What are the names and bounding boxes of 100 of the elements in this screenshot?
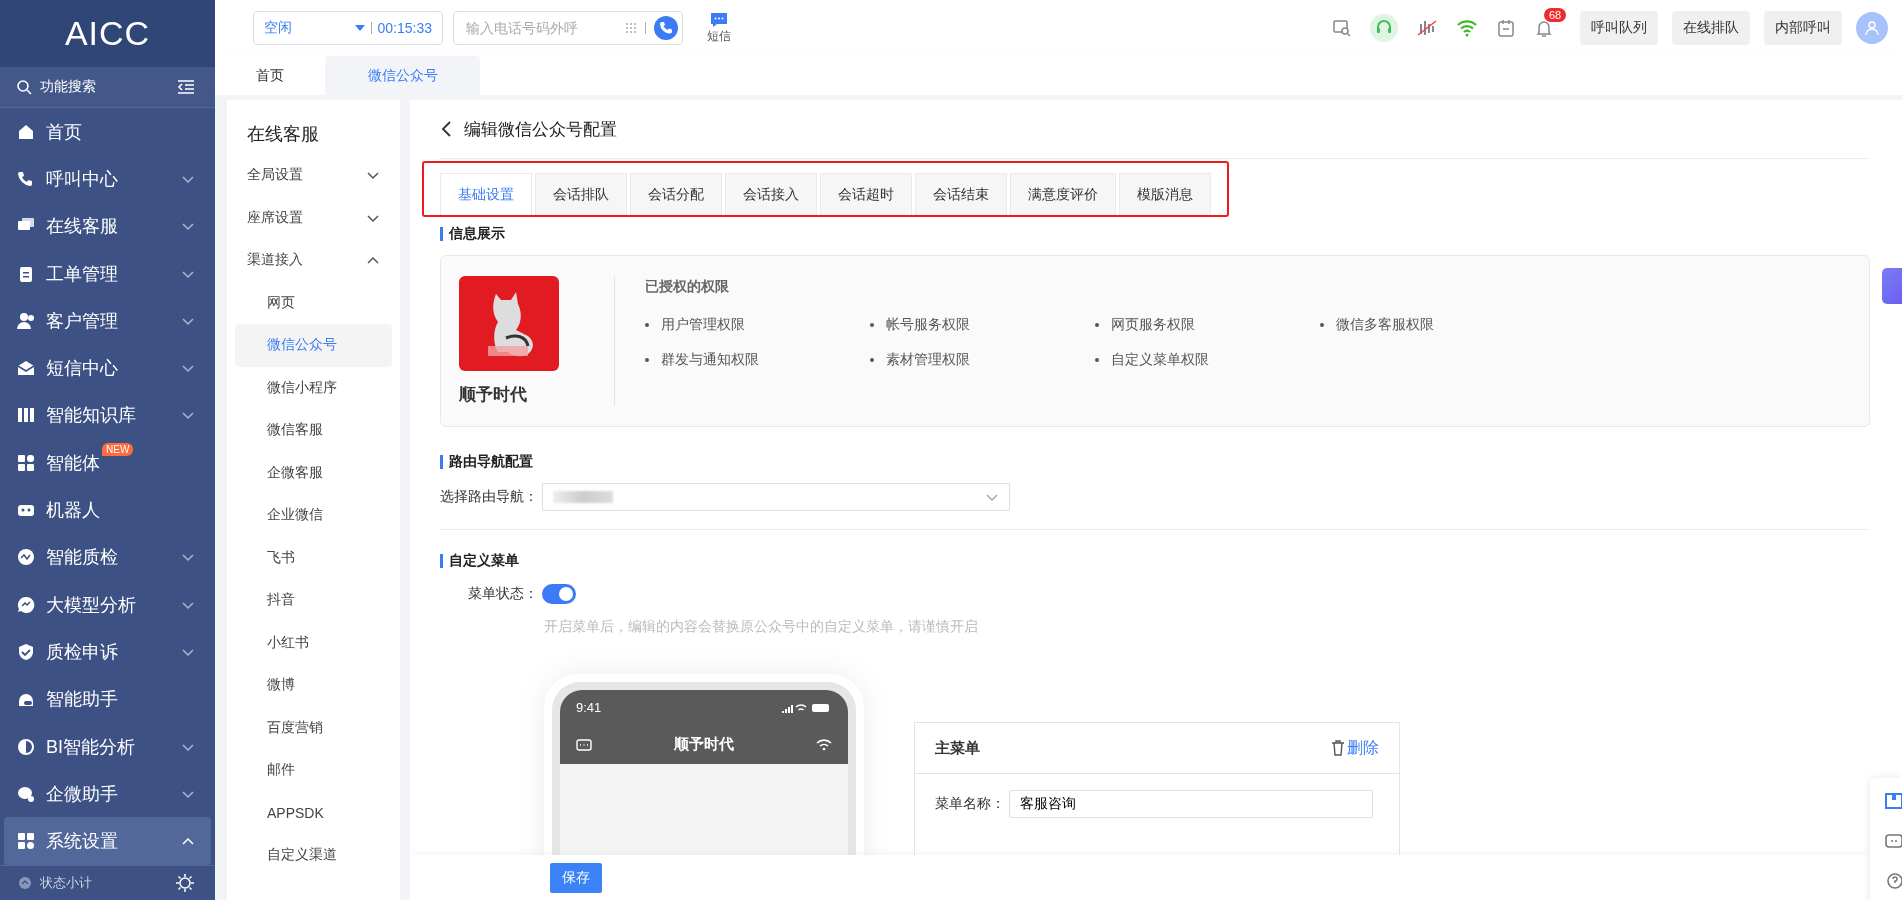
wifi-icon (816, 738, 832, 751)
permission-item: 群发与通知权限 (645, 351, 870, 369)
page-title: 编辑微信公众号配置 (464, 118, 617, 141)
subnav-item[interactable]: APPSDK (235, 791, 392, 834)
save-button[interactable]: 保存 (550, 862, 602, 893)
nav-item[interactable]: 在线客服 (0, 202, 215, 250)
account-name: 顺予时代 (459, 384, 528, 406)
settings-tab[interactable]: 会话排队 (535, 173, 627, 215)
subnav-group[interactable]: 渠道接入 (235, 239, 392, 282)
back-icon[interactable] (440, 120, 452, 138)
book-icon[interactable] (1884, 792, 1902, 810)
sms-button[interactable]: 短信 (707, 11, 731, 45)
panel-title: 主菜单 (935, 738, 980, 758)
subnav-item[interactable]: 邮件 (235, 749, 392, 792)
nav-item[interactable]: 呼叫中心 (0, 155, 215, 203)
hint-text: 开启菜单后，编辑的内容会替换原公众号中的自定义菜单，请谨慎开启 (544, 618, 979, 636)
subnav-item[interactable]: 小红书 (235, 621, 392, 664)
headset-icon[interactable] (1370, 14, 1398, 42)
nav-item[interactable]: 首页 (0, 108, 215, 156)
caret-icon (354, 25, 365, 31)
section-heading: 信息展示 (440, 225, 1870, 243)
nav-item[interactable]: 大模型分析 (0, 580, 215, 629)
menu-name-field[interactable]: 客服咨询 (1009, 790, 1373, 818)
agent-status-select[interactable]: 空闲 00:15:33 (253, 11, 443, 45)
trash-icon (1331, 740, 1345, 756)
settings-tab[interactable]: 会话分配 (630, 173, 722, 215)
field-label: 菜单名称： (935, 795, 1005, 813)
nav-item[interactable]: 系统设置 (4, 817, 211, 865)
subnav-item[interactable]: 自定义渠道 (235, 834, 392, 877)
field-label: 选择路由导航： (440, 488, 538, 506)
settings-tab[interactable]: 模版消息 (1119, 173, 1211, 215)
permissions-title: 已授权的权限 (645, 278, 730, 296)
phone-time: 9:41 (576, 700, 602, 715)
subnav-item[interactable]: 网页 (235, 281, 392, 324)
settings-tab[interactable]: 满意度评价 (1010, 173, 1116, 215)
phone-status-icons (782, 701, 832, 714)
nav-item[interactable]: BI智能分析 (0, 722, 215, 771)
app-logo[interactable]: AICC (0, 0, 215, 67)
subnav-item[interactable]: 抖音 (235, 579, 392, 622)
help-icon[interactable] (1884, 872, 1902, 890)
grid-gear-icon (16, 831, 36, 852)
signal-off-icon[interactable] (1416, 18, 1438, 38)
settings-tab[interactable]: 基础设置 (440, 173, 532, 215)
nav-item[interactable]: 质检申诉 (0, 628, 215, 676)
nav-item[interactable]: 智能知识库 (0, 391, 215, 440)
search-icon[interactable] (16, 79, 32, 95)
shield-icon (16, 641, 36, 662)
phone-title: 顺予时代 (674, 735, 734, 754)
chart-bubble-icon (16, 547, 36, 568)
header-button[interactable]: 内部呼叫 (1764, 11, 1842, 45)
nav-item[interactable]: 智能质检 (0, 533, 215, 581)
subnav-item[interactable]: 微信小程序 (235, 366, 392, 409)
subnav-item[interactable]: 飞书 (235, 536, 392, 579)
nav-item[interactable]: 智能体 NEW (0, 439, 215, 487)
call-timer: 00:15:33 (377, 20, 432, 36)
subnav-item[interactable]: 企业微信 (235, 494, 392, 537)
subnav-group[interactable]: 座席设置 (235, 196, 392, 239)
page-tab[interactable]: 微信公众号 (325, 56, 480, 95)
settings-tab[interactable]: 会话结束 (915, 173, 1007, 215)
menu-toggle[interactable] (542, 584, 576, 604)
status-summary-link[interactable]: 状态小计 (40, 874, 167, 892)
nav-item[interactable]: 短信中心 (0, 344, 215, 392)
settings-tab[interactable]: 会话超时 (820, 173, 912, 215)
permission-item: 帐号服务权限 (870, 316, 1095, 334)
status-icon (18, 876, 32, 890)
subnav-item[interactable]: 微信公众号 (235, 324, 392, 367)
bell-icon[interactable] (1534, 18, 1554, 38)
header-button[interactable]: 在线排队 (1672, 11, 1750, 45)
nav-item[interactable]: 智能助手 (0, 675, 215, 723)
permission-item: 用户管理权限 (645, 316, 870, 334)
subnav-item[interactable]: 微信客服 (235, 409, 392, 452)
dial-field[interactable]: 输入电话号码外呼 (453, 11, 683, 45)
new-badge: NEW (102, 443, 134, 457)
page-tab[interactable]: 首页 (215, 56, 325, 95)
grid-icon (16, 452, 36, 473)
phone-number-field[interactable]: 输入电话号码外呼 (464, 19, 617, 37)
subnav-item[interactable]: 企微客服 (235, 451, 392, 494)
permission-item: 微信多客服权限 (1320, 316, 1545, 334)
subnav-item[interactable]: 微博 (235, 664, 392, 707)
chat-icon[interactable] (1884, 832, 1902, 850)
notification-count: 68 (1544, 8, 1567, 22)
users-icon (16, 310, 36, 331)
phone-call-icon[interactable] (654, 16, 678, 40)
collapse-menu-icon[interactable] (177, 79, 195, 95)
sun-icon[interactable] (175, 873, 195, 893)
nav-item[interactable]: 客户管理 (0, 297, 215, 345)
screen-search-icon[interactable] (1332, 18, 1352, 38)
nav-item[interactable]: 工单管理 (0, 249, 215, 298)
wifi-icon[interactable] (1456, 19, 1478, 37)
calendar-icon[interactable] (1496, 18, 1516, 38)
settings-tab[interactable]: 会话接入 (725, 173, 817, 215)
nav-item[interactable]: 机器人 (0, 486, 215, 534)
delete-link[interactable]: 删除 (1331, 737, 1379, 759)
header-button[interactable]: 呼叫队列 (1580, 11, 1658, 45)
subnav-group[interactable]: 全局设置 (235, 154, 392, 197)
subnav-title: 在线客服 (247, 123, 320, 146)
nav-item[interactable]: 企微助手 (0, 770, 215, 818)
section-heading: 自定义菜单 (440, 552, 1870, 570)
keyboard-icon (576, 738, 592, 751)
subnav-item[interactable]: 百度营销 (235, 706, 392, 749)
